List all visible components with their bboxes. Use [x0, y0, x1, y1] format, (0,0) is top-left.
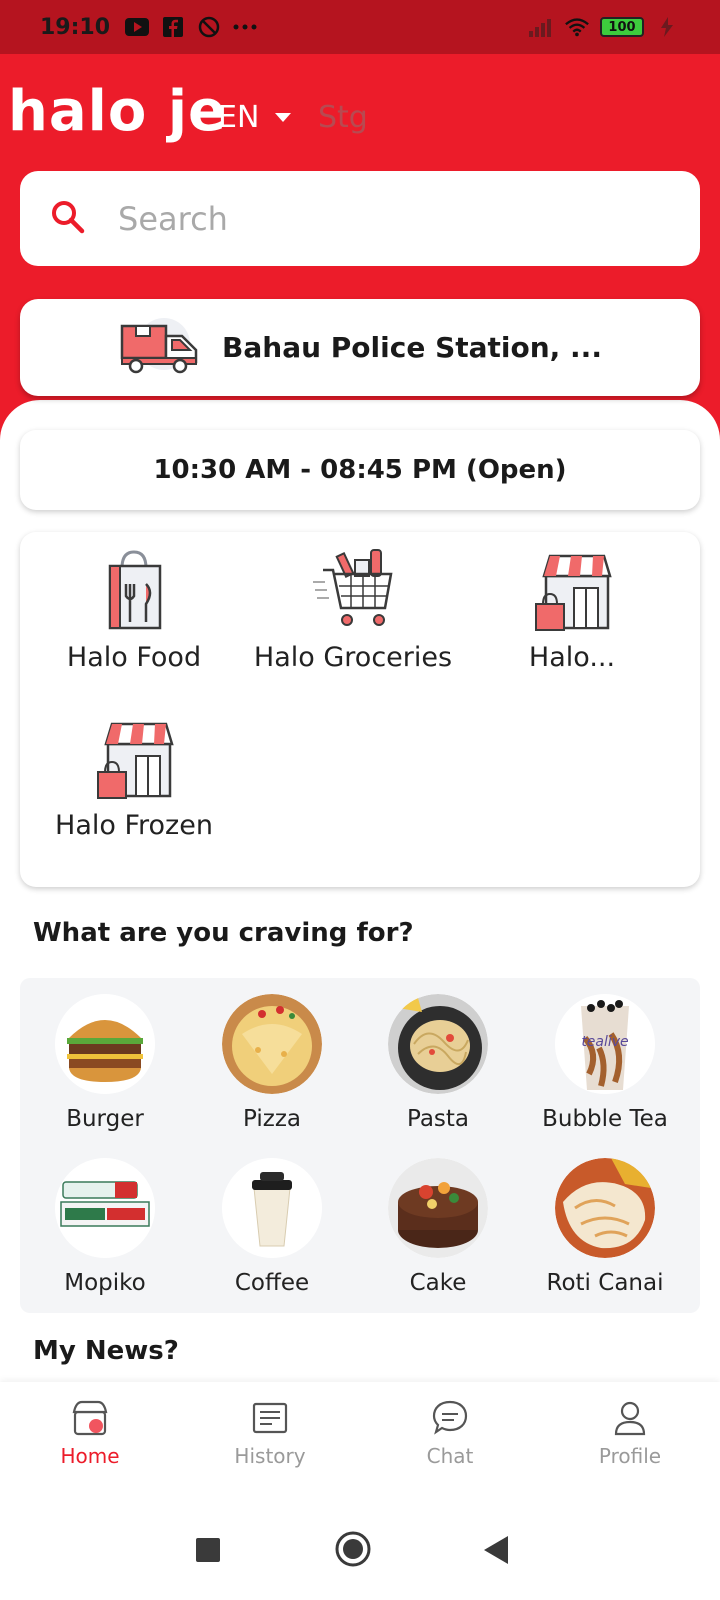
charging-icon: [654, 16, 680, 38]
tab-profile[interactable]: Profile: [540, 1398, 720, 1468]
food-label: Pasta: [406, 1106, 470, 1132]
svg-text:tealive: tealive: [581, 1034, 628, 1050]
coffee-image: [222, 1158, 322, 1258]
environment-label: Stg: [318, 100, 368, 135]
food-bag-icon: [92, 548, 176, 632]
service-halo-groceries[interactable]: Halo Groceries: [243, 548, 463, 673]
food-label: Pizza: [243, 1106, 301, 1132]
wifi-icon: [564, 16, 590, 38]
news-section-title: My News?: [33, 1336, 179, 1366]
food-category-burger[interactable]: Burger: [20, 994, 190, 1132]
tab-history[interactable]: History: [180, 1398, 360, 1468]
status-icons-left: [124, 16, 258, 38]
tab-home[interactable]: Home: [0, 1398, 180, 1468]
craving-section-title: What are you craving for?: [33, 918, 414, 948]
burger-image: [55, 994, 155, 1094]
food-category-pizza[interactable]: Pizza: [187, 994, 357, 1132]
pizza-image: [222, 994, 322, 1094]
more-dots-icon: [232, 16, 258, 38]
services-card: Halo Food Halo Groceries Halo... Halo Fr…: [20, 532, 700, 887]
service-label: Halo Food: [66, 642, 202, 673]
battery-icon: 100: [600, 17, 644, 37]
delivery-truck-icon: [118, 316, 200, 380]
service-halo-food[interactable]: Halo Food: [24, 548, 244, 673]
status-icons-right: 100: [528, 16, 680, 38]
service-label: Halo Frozen: [55, 810, 213, 841]
home-button[interactable]: [334, 1530, 372, 1572]
grocery-cart-icon: [311, 548, 395, 632]
search-icon: [50, 199, 86, 239]
roti-canai-image: [555, 1158, 655, 1258]
food-label: Roti Canai: [546, 1270, 664, 1296]
food-label: Burger: [66, 1106, 144, 1132]
food-category-roti-canai[interactable]: Roti Canai: [520, 1158, 690, 1296]
tab-label: Home: [60, 1444, 120, 1468]
tab-label: Profile: [598, 1444, 662, 1468]
pasta-image: [388, 994, 488, 1094]
app-logo: halo je: [8, 79, 227, 144]
food-category-coffee[interactable]: Coffee: [187, 1158, 357, 1296]
craving-panel: Burger Pizza Pasta tealive Bubble Tea Mo…: [20, 978, 700, 1313]
home-store-icon: [70, 1398, 110, 1442]
delivery-address-card[interactable]: Bahau Police Station, ...: [20, 299, 700, 396]
tab-label: History: [234, 1444, 306, 1468]
food-label: Bubble Tea: [542, 1106, 668, 1132]
food-label: Mopiko: [64, 1270, 146, 1296]
language-label: EN: [218, 100, 260, 135]
status-bar: 19:10 100: [0, 0, 720, 54]
caret-down-icon: [275, 113, 292, 122]
recent-apps-button[interactable]: [196, 1538, 220, 1566]
tab-chat[interactable]: Chat: [360, 1398, 540, 1468]
back-button[interactable]: [484, 1536, 510, 1568]
bottom-navigation: Home History Chat Profile: [0, 1382, 720, 1502]
facebook-icon: [160, 16, 186, 38]
store-icon: [530, 548, 614, 632]
service-label: Halo Groceries: [253, 642, 453, 673]
bubble-tea-image: tealive: [555, 994, 655, 1094]
opening-hours-text: 10:30 AM - 08:45 PM (Open): [153, 455, 567, 485]
food-category-mopiko[interactable]: Mopiko: [20, 1158, 190, 1296]
food-category-bubble-tea[interactable]: tealive Bubble Tea: [520, 994, 690, 1132]
tab-label: Chat: [426, 1444, 474, 1468]
status-time: 19:10: [40, 14, 111, 40]
food-label: Cake: [409, 1270, 467, 1296]
service-halo-more[interactable]: Halo...: [462, 548, 682, 673]
delivery-address: Bahau Police Station, ...: [222, 331, 602, 364]
mopiko-image: [55, 1158, 155, 1258]
signal-icon: [528, 16, 554, 38]
food-category-pasta[interactable]: Pasta: [353, 994, 523, 1132]
language-selector[interactable]: EN: [218, 100, 292, 135]
food-category-cake[interactable]: Cake: [353, 1158, 523, 1296]
service-halo-frozen[interactable]: Halo Frozen: [24, 716, 244, 841]
youtube-icon: [124, 16, 150, 38]
chat-icon: [430, 1398, 470, 1442]
service-label: Halo...: [528, 642, 616, 673]
search-bar[interactable]: [20, 171, 700, 266]
cake-image: [388, 1158, 488, 1258]
food-label: Coffee: [234, 1270, 310, 1296]
store-icon: [92, 716, 176, 800]
system-navigation-bar: [0, 1502, 720, 1600]
no-disturb-icon: [196, 16, 222, 38]
history-icon: [250, 1398, 290, 1442]
opening-hours-card: 10:30 AM - 08:45 PM (Open): [20, 430, 700, 510]
search-input[interactable]: [118, 199, 638, 238]
profile-icon: [610, 1398, 650, 1442]
